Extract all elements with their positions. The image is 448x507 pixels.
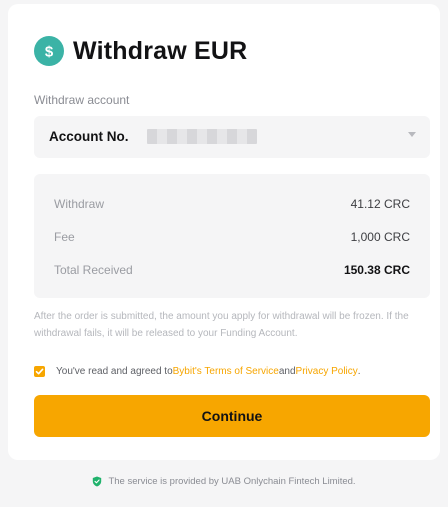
shield-check-icon [92, 476, 102, 487]
chevron-down-icon [408, 132, 416, 137]
summary-row-total: Total Received 150.38 CRC [54, 263, 410, 279]
summary-value: 1,000 CRC [350, 230, 410, 244]
withdraw-summary: Withdraw 41.12 CRC Fee 1,000 CRC Total R… [34, 174, 430, 298]
account-number-label: Account No. [49, 129, 129, 144]
withdraw-account-select[interactable]: Account No. •••••••••• [34, 116, 430, 158]
continue-button[interactable]: Continue [34, 395, 430, 437]
checkmark-icon [35, 368, 44, 375]
withdraw-card: $ Withdraw EUR Withdraw account Account … [8, 4, 440, 460]
summary-value: 41.12 CRC [350, 197, 410, 211]
freeze-notice: After the order is submitted, the amount… [34, 311, 409, 339]
dollar-coin-icon: $ [34, 36, 64, 66]
terms-of-service-link[interactable]: Bybit's Terms of Service [173, 366, 279, 377]
agree-checkbox[interactable] [34, 366, 45, 377]
agreement-prefix: You've read and agreed to [56, 366, 173, 377]
agreement-suffix: . [357, 366, 361, 377]
summary-key: Total Received [54, 263, 133, 277]
footer-text: The service is provided by UAB Onlychain… [108, 476, 356, 487]
summary-row-fee: Fee 1,000 CRC [54, 230, 410, 246]
summary-key: Fee [54, 230, 75, 244]
summary-key: Withdraw [54, 197, 105, 211]
page-title: Withdraw EUR [73, 36, 248, 65]
masked-account-number: •••••••••• [147, 129, 257, 144]
terms-agreement: You've read and agreed to Bybit's Terms … [34, 366, 361, 377]
summary-row-withdraw: Withdraw 41.12 CRC [54, 197, 410, 213]
privacy-policy-link[interactable]: Privacy Policy [296, 366, 358, 377]
header: $ Withdraw EUR [34, 36, 247, 66]
agreement-and: and [278, 366, 296, 377]
svg-text:$: $ [45, 44, 54, 61]
withdraw-account-label: Withdraw account [34, 93, 130, 107]
dollar-sign-glyph: $ [45, 44, 54, 61]
footer: The service is provided by UAB Onlychain… [0, 476, 448, 487]
summary-value: 150.38 CRC [343, 263, 410, 277]
